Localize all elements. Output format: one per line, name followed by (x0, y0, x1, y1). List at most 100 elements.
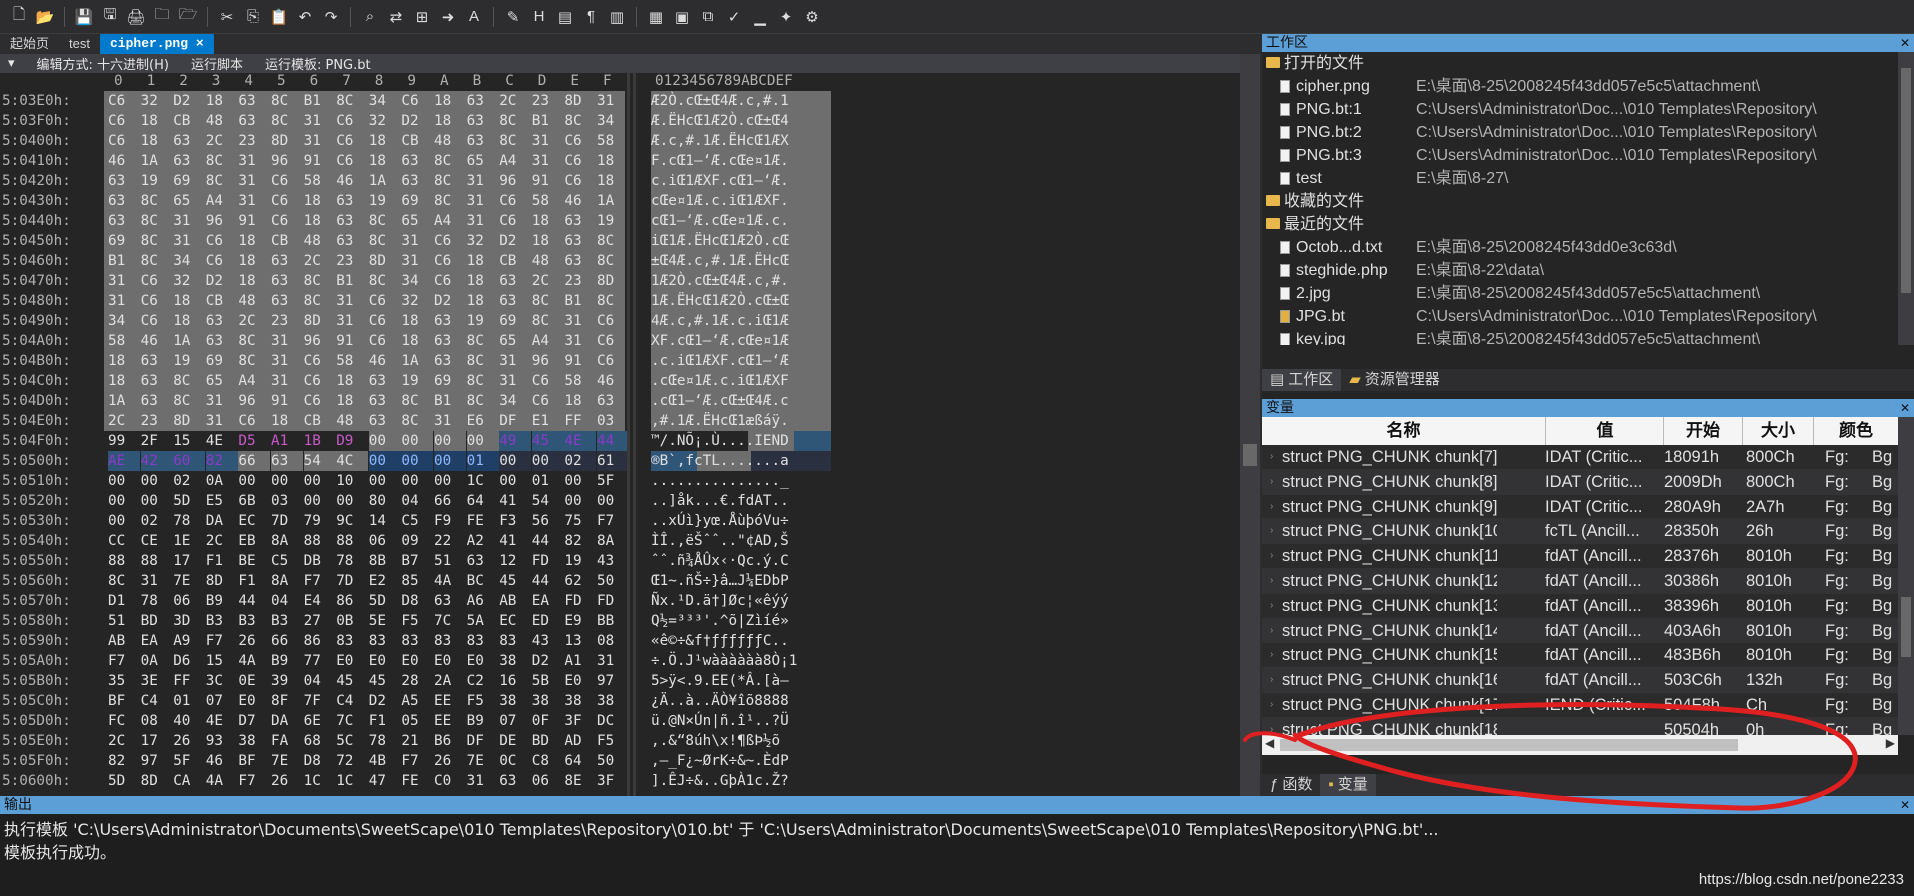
hex-byte[interactable]: 31 (467, 211, 499, 231)
hex-byte[interactable]: 66 (238, 451, 271, 471)
hex-byte[interactable]: 18 (369, 131, 401, 151)
hex-byte[interactable]: 83 (434, 631, 466, 651)
hex-byte[interactable]: E1 (532, 411, 564, 431)
hex-byte[interactable]: 19 (401, 371, 433, 391)
hex-byte[interactable]: D8 (401, 591, 433, 611)
hex-byte[interactable]: 26 (173, 731, 205, 751)
hex-byte[interactable]: 4C (336, 451, 369, 471)
hex-row[interactable]: 5:05C0h: BF C4 01 07 E0 8F 7F C4 D2 A5 EE F5 38 38 38 38… (0, 691, 1240, 711)
hex-byte[interactable]: FF (564, 411, 596, 431)
hex-byte[interactable]: 19 (173, 351, 205, 371)
folder-icon[interactable]: 🗀 (151, 6, 173, 28)
hex-byte[interactable]: 05 (401, 711, 433, 731)
hex-byte[interactable]: 8C (467, 351, 499, 371)
hex-byte[interactable]: 77 (304, 651, 336, 671)
hex-row[interactable]: 5:04B0h: 18 63 19 69 8C 31 C6 58 46 1A 63 8C 31 96 91 C6… (0, 351, 1240, 371)
hex-byte[interactable]: C6 (434, 231, 466, 251)
hex-byte[interactable]: 4A (238, 651, 270, 671)
hex-row[interactable]: 5:0460h: B1 8C 34 C6 18 63 2C 23 8D 31 C6 18 CB 48 63 8C… (0, 251, 1240, 271)
hex-byte[interactable]: 69 (434, 371, 466, 391)
hex-byte[interactable]: C0 (434, 771, 466, 791)
hex-byte[interactable]: 18 (336, 391, 368, 411)
hex-byte[interactable]: 18 (401, 311, 433, 331)
hex-bytes[interactable]: 31 C6 32 D2 18 63 8C B1 8C 34 C6 18 63 2C 23 8D (104, 271, 625, 291)
hex-byte[interactable]: 8D (271, 131, 303, 151)
hex-byte[interactable]: 04 (271, 591, 303, 611)
hex-byte[interactable]: 18 (206, 91, 238, 111)
hex-bytes[interactable]: 31 C6 18 CB 48 63 8C 31 C6 32 D2 18 63 8C B1 8C (104, 291, 625, 311)
hex-byte[interactable]: D8 (304, 751, 336, 771)
hex-byte[interactable]: 18 (369, 151, 401, 171)
hex-byte[interactable]: E4 (304, 591, 336, 611)
compare-icon[interactable]: ⧉ (697, 6, 719, 28)
hex-byte[interactable]: 82 (564, 531, 596, 551)
collapse-icon[interactable]: ▾ (8, 56, 15, 71)
hex-byte[interactable]: 46 (336, 171, 368, 191)
expand-icon[interactable]: › (1270, 619, 1273, 644)
hex-bytes[interactable]: 99 2F 15 4E D5 A1 1B D9 00 00 00 00 49 45 4E 44 (104, 431, 629, 451)
hex-byte[interactable]: 1A (108, 391, 140, 411)
hex-byte[interactable]: 5D (369, 591, 401, 611)
hex-byte[interactable]: 8C (206, 151, 238, 171)
hex-byte[interactable]: D2 (369, 691, 401, 711)
hex-byte[interactable]: 8C (336, 91, 368, 111)
hex-byte[interactable]: 0C (499, 751, 531, 771)
undo-icon[interactable]: ↶ (294, 6, 316, 28)
save-all-icon[interactable]: 🖫 (99, 6, 121, 28)
hex-byte[interactable]: 8C (467, 391, 499, 411)
hex-byte[interactable]: 46 (141, 331, 173, 351)
hex-byte[interactable]: 00 (368, 431, 401, 451)
hex-byte[interactable]: 39 (271, 671, 303, 691)
edit-mode-dropdown[interactable]: 编辑方式: 十六进制(H) (37, 54, 169, 73)
hex-row[interactable]: 5:05E0h: 2C 17 26 93 38 FA 68 5C 78 21 B6 DF DE BD AD F5… (0, 731, 1240, 751)
hex-byte[interactable]: 31 (532, 151, 564, 171)
hex-byte[interactable]: E0 (336, 651, 368, 671)
ascii-text[interactable]: Ñx.¹D.ä†]Øc¦«êýý (651, 591, 831, 611)
hex-bytes[interactable]: AE 42 60 82 66 63 54 4C 00 00 00 01 00 00 02 61 (104, 451, 629, 471)
hex-bytes[interactable]: 69 8C 31 C6 18 CB 48 63 8C 31 C6 32 D2 18 63 8C (104, 231, 625, 251)
hex-byte[interactable]: 8C (271, 111, 303, 131)
hex-byte[interactable]: 63 (108, 191, 140, 211)
hex-byte[interactable]: E0 (564, 671, 596, 691)
open-folder-icon[interactable]: 🗁 (177, 6, 199, 28)
hex-byte[interactable]: 0F (532, 711, 564, 731)
hex-byte[interactable]: 58 (532, 191, 564, 211)
hex-byte[interactable]: C6 (336, 111, 368, 131)
hex-byte[interactable]: 2C (108, 731, 140, 751)
hex-byte[interactable]: 19 (141, 171, 173, 191)
run-script-dropdown[interactable]: 运行脚本 (191, 54, 243, 73)
hex-byte[interactable]: CE (141, 531, 173, 551)
variable-row[interactable]: › struct PNG_CHUNK chunk[14] fdAT (Ancill.… (1262, 618, 1898, 644)
hex-byte[interactable]: 00 (368, 451, 401, 471)
hex-byte[interactable]: 8C (173, 371, 205, 391)
hex-byte[interactable]: 1A (369, 171, 401, 191)
hex-byte[interactable]: C6 (108, 131, 140, 151)
hex-byte[interactable]: 2C (532, 271, 564, 291)
file-item[interactable]: PNG.bt:2 C:\Users\Administrator\Doc...\01… (1262, 121, 1898, 144)
hex-byte[interactable]: 31 (238, 151, 270, 171)
new-file-icon[interactable]: 🗋 (8, 6, 30, 28)
ascii-text[interactable]: ˆˆ.ñ¾ÅÛx‹·Qc.ý.C (651, 551, 831, 571)
hex-byte[interactable]: C6 (532, 391, 564, 411)
hex-byte[interactable]: 8C (304, 291, 336, 311)
hex-byte[interactable]: 0B (336, 611, 368, 631)
hex-byte[interactable]: F7 (108, 651, 140, 671)
hex-byte[interactable]: C6 (271, 191, 303, 211)
hex-byte[interactable]: 48 (304, 231, 336, 251)
hex-row[interactable]: 5:04E0h: 2C 23 8D 31 C6 18 CB 48 63 8C 31 E6 DF E1 FF 03… (0, 411, 1240, 431)
hex-byte[interactable]: 5F (597, 471, 629, 491)
hex-byte[interactable]: CA (173, 771, 205, 791)
save-icon[interactable]: 💾 (73, 6, 95, 28)
hex-byte[interactable]: 80 (369, 491, 401, 511)
hex-byte[interactable]: 91 (532, 171, 564, 191)
hex-byte[interactable]: 18 (434, 91, 466, 111)
hex-byte[interactable]: 64 (564, 751, 596, 771)
tab-variables[interactable]: ▪ 变量 (1320, 774, 1376, 796)
hex-byte[interactable]: 31 (271, 351, 303, 371)
hex-byte[interactable]: B1 (304, 91, 336, 111)
hex-byte[interactable]: 8C (434, 151, 466, 171)
hex-byte[interactable]: FF (173, 671, 205, 691)
hex-byte[interactable]: 78 (336, 551, 368, 571)
hex-byte[interactable]: 8C (434, 191, 466, 211)
hex-byte[interactable]: 45 (531, 431, 564, 451)
